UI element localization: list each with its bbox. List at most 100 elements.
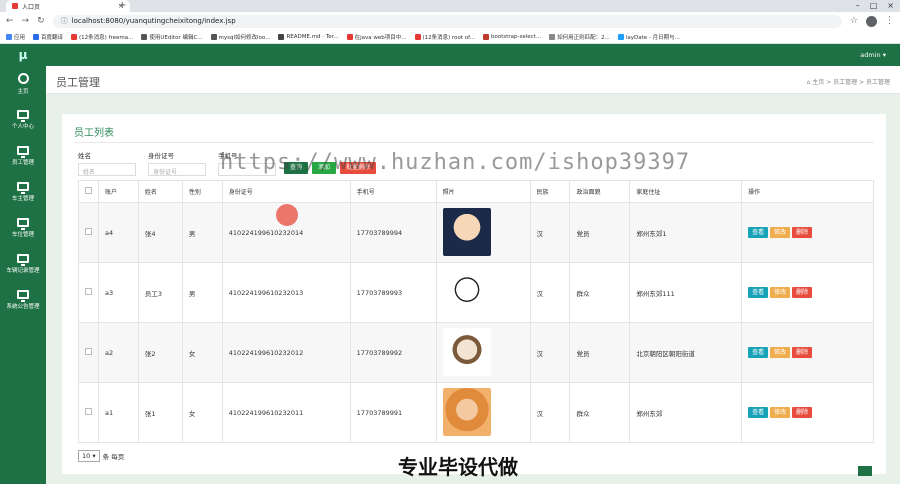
back-icon[interactable]: ← (6, 16, 14, 26)
name-value: 员工3 (144, 289, 163, 298)
browser-tab-bar: 入口页 × + – □ × (0, 0, 900, 12)
menu-icon[interactable]: ⋮ (885, 16, 894, 26)
row-actions: 查看 修改 删除 (748, 287, 873, 298)
sidebar-item[interactable]: 员工管理 (0, 138, 46, 174)
view-button[interactable]: 查看 (748, 407, 769, 418)
delete-button[interactable]: 删除 (792, 407, 813, 418)
cell-gender: 男 (181, 202, 223, 263)
bookmark-item[interactable]: layDate - 月日期与... (617, 33, 680, 41)
column-label: 照片 (442, 189, 455, 196)
promo-badge: 专业毕设代做 (398, 455, 518, 479)
employee-table: 账户 姓名 性别 身份证号 手机号 照片 民族 政治面貌 家庭住址 操作 a4 张4 男 4102241… (78, 180, 874, 443)
delete-button[interactable]: 删除 (792, 347, 813, 358)
bookmark-item[interactable]: 应用 (6, 33, 25, 41)
sidebar-item[interactable]: 主页 (0, 66, 46, 102)
corner-button[interactable] (858, 466, 872, 476)
row-checkbox[interactable] (85, 288, 92, 295)
star-icon[interactable]: ☆ (850, 16, 858, 26)
table-row: a2 张2 女 410224199610232012 17703789992 汉 党员 北京朝… (78, 322, 874, 383)
tab-title: 入口页 (22, 3, 41, 11)
cell-address: 郑州东郊1 (629, 202, 743, 263)
delete-button[interactable]: 删除 (792, 227, 813, 238)
bookmark-label: 应用 (14, 34, 26, 41)
edit-button[interactable]: 修改 (770, 287, 791, 298)
bookmark-icon (141, 33, 148, 40)
row-checkbox[interactable] (85, 348, 92, 355)
page-size-select[interactable]: 10 ▾ (78, 450, 100, 462)
view-button[interactable]: 查看 (748, 227, 769, 238)
view-button[interactable]: 查看 (748, 287, 769, 298)
cell-gender: 男 (181, 262, 223, 323)
address-value: 郑州东郊111 (636, 289, 675, 298)
sidebar-item[interactable]: 系统公告管理 (0, 282, 46, 318)
sidebar-item[interactable]: 车位管理 (0, 210, 46, 246)
cell-photo (435, 382, 531, 443)
row-actions: 查看 修改 删除 (748, 347, 873, 358)
ethnic-value: 汉 (536, 349, 544, 358)
bookmark-label: 使用UEditor 编辑C... (149, 34, 203, 41)
account-value: a3 (104, 288, 114, 297)
row-checkbox[interactable] (85, 228, 92, 235)
column-header: 家庭住址 (629, 180, 743, 203)
column-header: 姓名 (137, 180, 183, 203)
minimize-icon[interactable]: – (856, 0, 860, 12)
bookmark-item[interactable]: 如何用正则匹配：2... (549, 33, 610, 41)
edit-button[interactable]: 修改 (770, 407, 791, 418)
bookmark-item[interactable]: bootstrap-select... (482, 33, 541, 40)
sidebar-item[interactable]: 车主管理 (0, 174, 46, 210)
url-field[interactable]: ⓘ localhost:8080/yuanqutingcheixitong/in… (52, 14, 842, 28)
employee-photo (442, 207, 491, 256)
edit-button[interactable]: 修改 (770, 347, 791, 358)
sidebar-item[interactable]: 个人中心 (0, 102, 46, 138)
political-value: 党员 (576, 229, 590, 238)
bookmark-item[interactable]: 百度翻译 (33, 33, 63, 41)
breadcrumb: ⌂ 主页 > 员工管理 > 员工管理 (806, 79, 890, 86)
select-all-checkbox[interactable] (85, 187, 92, 194)
cell-ops: 查看 修改 删除 (741, 262, 874, 323)
profile-icon[interactable] (866, 15, 877, 27)
new-tab-button[interactable]: + (118, 0, 126, 12)
logo: μ (18, 48, 28, 62)
pagination: 10 ▾ 条 每页 (78, 450, 124, 462)
browser-tab[interactable]: 入口页 × (6, 0, 130, 12)
political-value: 群众 (576, 289, 590, 298)
name-value: 张2 (144, 349, 156, 358)
account-value: a2 (104, 348, 114, 357)
filter-input[interactable]: 身份证号 (148, 163, 206, 176)
cell-ethnic: 汉 (529, 382, 571, 443)
filter-input[interactable]: 姓名 (78, 163, 136, 176)
bookmark-item[interactable]: README.md · Ter... (278, 33, 339, 40)
cell-account: a4 (97, 202, 139, 263)
bookmark-item[interactable]: mysql如何修改loo... (210, 33, 270, 41)
edit-button[interactable]: 修改 (770, 227, 791, 238)
bookmark-item[interactable]: 使用UEditor 编辑C... (141, 33, 203, 41)
forward-icon[interactable]: → (22, 16, 30, 26)
bookmark-item[interactable]: (12条消息) root of... (414, 33, 475, 41)
bookmark-icon (6, 33, 12, 40)
monitor-icon (17, 146, 29, 158)
delete-button[interactable]: 删除 (792, 287, 813, 298)
account-value: a1 (104, 408, 114, 417)
column-label: 账户 (104, 189, 117, 196)
address-value: 北京朝阳区朝阳街道 (636, 349, 695, 358)
bookmark-icon (33, 33, 40, 40)
select-cell (78, 202, 99, 263)
reload-icon[interactable]: ↻ (37, 16, 45, 26)
top-navbar: admin ▾ (46, 44, 900, 66)
bookmark-item[interactable]: (12条消息) freema... (71, 33, 133, 41)
account-value: a4 (104, 228, 114, 237)
cell-account: a2 (97, 322, 139, 383)
idcard-value: 410224199610232013 (228, 288, 304, 297)
name-value: 张4 (144, 229, 156, 238)
filter-group: 姓名 姓名 (78, 150, 136, 176)
row-checkbox[interactable] (85, 408, 92, 415)
admin-menu[interactable]: admin ▾ (860, 51, 886, 59)
sidebar-item[interactable]: 车辆记录管理 (0, 246, 46, 282)
bookmark-item[interactable]: 在java web项目中... (346, 33, 407, 41)
cell-photo (435, 202, 531, 263)
view-button[interactable]: 查看 (748, 347, 769, 358)
bookmark-label: 如何用正则匹配：2... (557, 34, 610, 41)
column-header (78, 180, 99, 203)
close-window-icon[interactable]: × (887, 0, 894, 12)
maximize-icon[interactable]: □ (870, 0, 878, 12)
